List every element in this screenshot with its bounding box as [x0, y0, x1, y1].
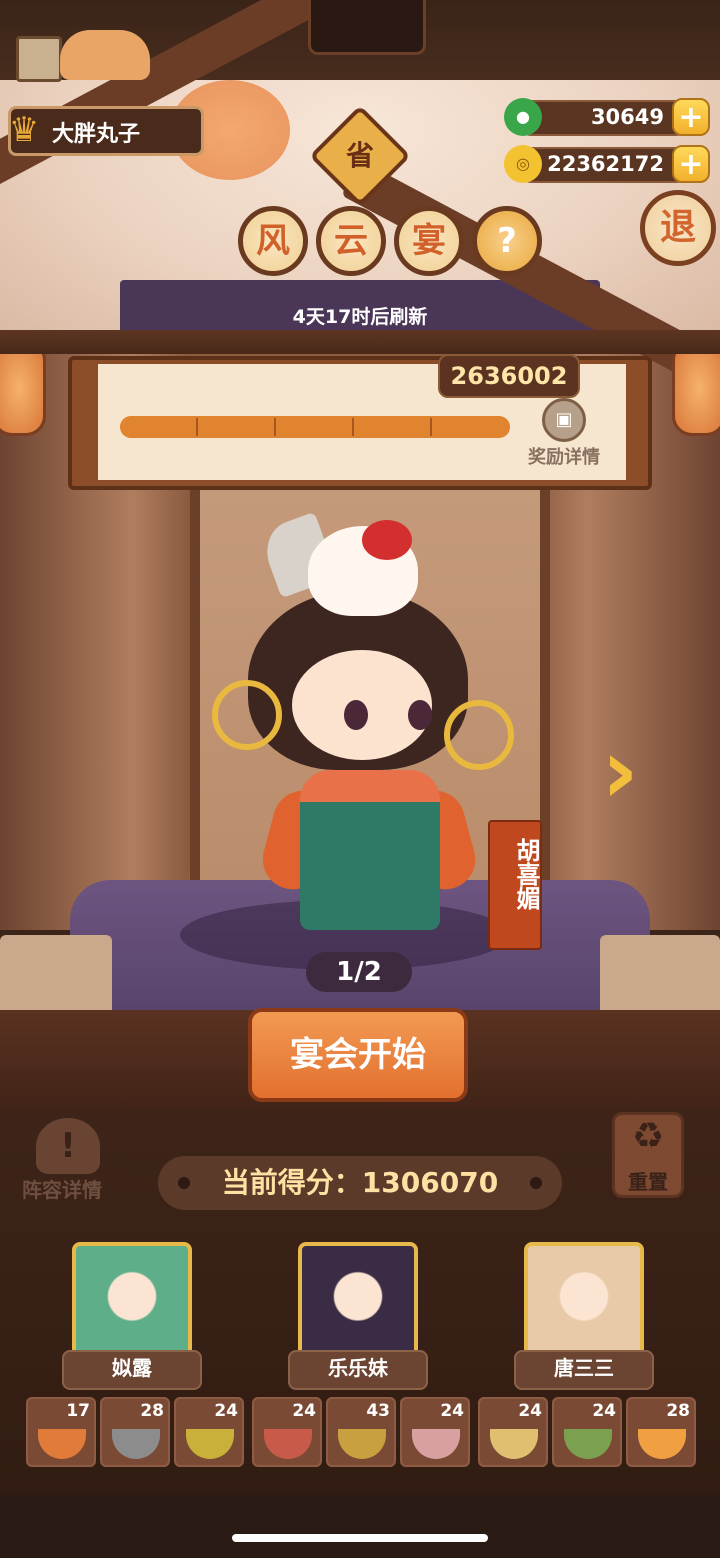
dish-icon	[638, 1429, 686, 1459]
hero-name-1: 姒露	[112, 1356, 152, 1380]
progress-tick	[352, 418, 354, 436]
hero-portrait-2[interactable]	[298, 1242, 418, 1362]
lineup-details-label[interactable]: 阵容详情	[22, 1174, 102, 1203]
character-body[interactable]	[300, 770, 440, 930]
paw-picture-icon[interactable]	[16, 36, 62, 82]
province-badge-label: 省	[345, 139, 374, 172]
exit-button[interactable]: 退	[640, 190, 716, 266]
add-jade-button[interactable]: +	[672, 98, 710, 136]
character-eye-left	[344, 700, 368, 730]
dish-item[interactable]: 24	[400, 1397, 470, 1467]
jade-amount: 30649	[590, 105, 664, 129]
bottom-bar	[0, 1495, 720, 1558]
title-char-3: 宴	[394, 206, 464, 276]
dish-icon	[564, 1429, 612, 1459]
dish-item[interactable]: 28	[626, 1397, 696, 1467]
character-eye-right	[408, 700, 432, 730]
dish-count: 28	[140, 1401, 164, 1421]
progress-fill	[120, 416, 510, 438]
roof-beam	[0, 330, 720, 354]
dish-count: 17	[66, 1401, 90, 1421]
dish-item[interactable]: 28	[100, 1397, 170, 1467]
cat-decoration-icon	[60, 30, 150, 80]
dish-icon	[38, 1429, 86, 1459]
hair-ornament-left	[212, 680, 282, 750]
dish-icon	[112, 1429, 160, 1459]
dish-count: 24	[592, 1401, 616, 1421]
hero-name-2: 乐乐妹	[328, 1356, 388, 1380]
lantern-right-icon	[672, 340, 720, 436]
title-char-2: 云	[316, 206, 386, 276]
dish-icon	[338, 1429, 386, 1459]
add-coin-button[interactable]: +	[672, 145, 710, 183]
coin-amount: 22362172	[547, 152, 664, 176]
page-indicator: 1/2	[306, 952, 412, 992]
dish-count: 28	[666, 1401, 690, 1421]
dish-count: 24	[440, 1401, 464, 1421]
chicken-comb	[362, 520, 412, 560]
reset-label[interactable]: 重置	[612, 1166, 684, 1195]
title-char-1: 风	[238, 206, 308, 276]
dish-item[interactable]: 17	[26, 1397, 96, 1467]
trophy-icon: ♛	[8, 110, 40, 150]
progress-tick	[430, 418, 432, 436]
next-character-arrow-icon[interactable]: ›	[580, 722, 660, 822]
dish-item[interactable]: 24	[552, 1397, 622, 1467]
current-score: 当前得分：1306070	[221, 1166, 499, 1199]
dish-icon	[490, 1429, 538, 1459]
hair-ornament-right	[444, 700, 514, 770]
start-banquet-button[interactable]: 宴会开始	[248, 1008, 468, 1102]
reset-icon: ♻	[631, 1116, 665, 1157]
dish-icon	[264, 1429, 312, 1459]
dish-item[interactable]: 24	[478, 1397, 548, 1467]
dish-count: 43	[366, 1401, 390, 1421]
hero-name-3: 唐三三	[554, 1356, 614, 1380]
dish-count: 24	[214, 1401, 238, 1421]
character-name: 胡喜媚	[512, 838, 540, 910]
dish-icon	[412, 1429, 460, 1459]
dish-count: 24	[292, 1401, 316, 1421]
player-name: 大胖丸子	[52, 122, 141, 147]
dish-item[interactable]: 24	[252, 1397, 322, 1467]
refresh-timer: 4天17时后刷新	[292, 306, 428, 328]
dish-item[interactable]: 24	[174, 1397, 244, 1467]
help-button[interactable]: ?	[472, 206, 542, 276]
lantern-left-icon	[0, 340, 46, 436]
dish-icon	[186, 1429, 234, 1459]
hanging-frame-icon	[308, 0, 426, 55]
progress-tick	[274, 418, 276, 436]
progress-tick	[196, 418, 198, 436]
hero-portrait-3[interactable]	[524, 1242, 644, 1362]
dish-count: 24	[518, 1401, 542, 1421]
reward-chest-icon[interactable]: ▣	[542, 398, 586, 442]
lineup-details-icon[interactable]: !	[36, 1118, 100, 1174]
home-indicator[interactable]	[232, 1534, 488, 1542]
target-score-bubble: 2636002	[438, 354, 580, 398]
reward-details-label[interactable]: 奖励详情	[528, 443, 600, 469]
dish-item[interactable]: 43	[326, 1397, 396, 1467]
hero-portrait-1[interactable]	[72, 1242, 192, 1362]
